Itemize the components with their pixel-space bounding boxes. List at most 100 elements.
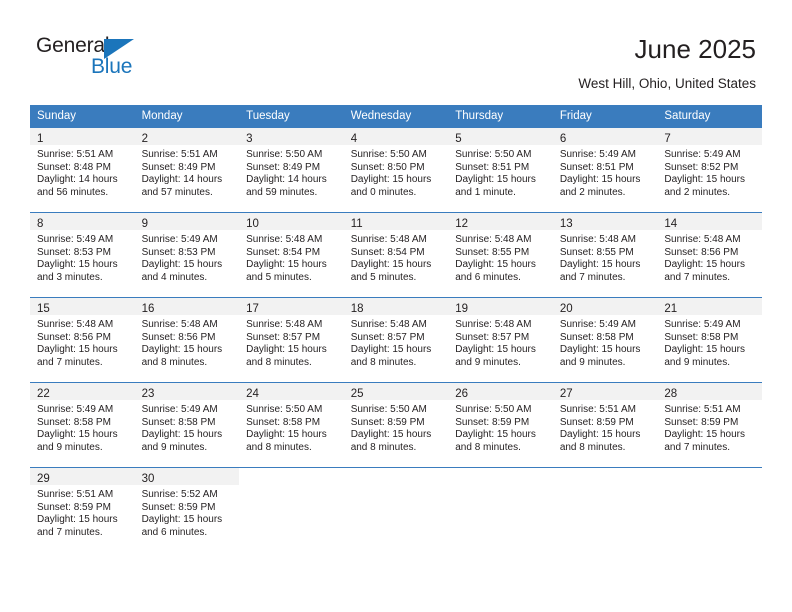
calendar-day-cell[interactable]: 23 Sunrise: 5:49 AM Sunset: 8:58 PM Dayligh… bbox=[134, 382, 240, 467]
general-blue-logo[interactable]: General Blue bbox=[36, 34, 216, 86]
sunrise-text: Sunrise: 5:48 AM bbox=[664, 234, 741, 245]
calendar-day-cell[interactable]: 4 Sunrise: 5:50 AM Sunset: 8:50 PM Daylight… bbox=[343, 127, 449, 212]
daylight-text-line1: Daylight: 15 hours bbox=[246, 259, 327, 271]
daylight-text-line2: and 8 minutes. bbox=[246, 441, 312, 453]
calendar-body: 1 Sunrise: 5:51 AM Sunset: 8:48 PM Daylight… bbox=[30, 127, 762, 552]
daylight-text-line1: Daylight: 14 hours bbox=[246, 174, 327, 186]
day-number: 11 bbox=[350, 218, 363, 230]
day-number-band: 12 bbox=[448, 213, 553, 230]
calendar-day-cell[interactable]: 24 Sunrise: 5:50 AM Sunset: 8:58 PM Dayligh… bbox=[239, 382, 344, 467]
daylight-text-line2: and 9 minutes. bbox=[664, 356, 730, 368]
calendar-day-cell[interactable]: 30 Sunrise: 5:52 AM Sunset: 8:59 PM Dayligh… bbox=[134, 467, 240, 552]
sunrise-text: Sunrise: 5:48 AM bbox=[246, 234, 323, 245]
sunset-text: Sunset: 8:54 PM bbox=[246, 246, 321, 258]
calendar-day-cell[interactable]: 3 Sunrise: 5:50 AM Sunset: 8:49 PM Daylight… bbox=[239, 127, 344, 212]
day-info: Sunrise: 5:50 AM Sunset: 8:59 PM Daylight:… bbox=[344, 400, 449, 454]
calendar-day-cell[interactable]: 25 Sunrise: 5:50 AM Sunset: 8:59 PM Dayligh… bbox=[343, 382, 449, 467]
sunrise-text: Sunrise: 5:48 AM bbox=[455, 319, 532, 330]
calendar-day-cell[interactable]: 2 Sunrise: 5:51 AM Sunset: 8:49 PM Daylight… bbox=[134, 127, 240, 212]
daylight-text-line2: and 7 minutes. bbox=[37, 356, 103, 368]
day-info: Sunrise: 5:49 AM Sunset: 8:53 PM Daylight:… bbox=[135, 230, 240, 284]
day-number-band: 25 bbox=[343, 383, 449, 400]
calendar-day-cell[interactable]: 15 Sunrise: 5:48 AM Sunset: 8:56 PM Dayligh… bbox=[30, 297, 135, 382]
day-number: 15 bbox=[37, 303, 50, 315]
daylight-text-line2: and 9 minutes. bbox=[141, 441, 208, 453]
day-info: Sunrise: 5:49 AM Sunset: 8:58 PM Daylight:… bbox=[135, 400, 240, 454]
daylight-text-line1: Daylight: 15 hours bbox=[141, 514, 223, 526]
day-number-band: 20 bbox=[552, 298, 658, 315]
calendar-day-cell[interactable]: 5 Sunrise: 5:50 AM Sunset: 8:51 PM Daylight… bbox=[448, 127, 553, 212]
sunset-text: Sunset: 8:55 PM bbox=[455, 246, 530, 258]
calendar-day-cell[interactable]: 28 Sunrise: 5:51 AM Sunset: 8:59 PM Dayligh… bbox=[657, 382, 762, 467]
calendar-day-cell[interactable]: 14 Sunrise: 5:48 AM Sunset: 8:56 PM Dayligh… bbox=[657, 212, 762, 297]
daylight-text-line1: Daylight: 15 hours bbox=[559, 174, 641, 186]
daylight-text-line2: and 9 minutes. bbox=[455, 356, 521, 368]
day-info: Sunrise: 5:48 AM Sunset: 8:54 PM Daylight:… bbox=[344, 230, 449, 284]
calendar-cell: 18 Sunrise: 5:48 AM Sunset: 8:57 PM Dayligh… bbox=[343, 297, 449, 382]
day-number-band: 16 bbox=[134, 298, 240, 315]
calendar-day-cell[interactable]: 20 Sunrise: 5:49 AM Sunset: 8:58 PM Dayligh… bbox=[552, 297, 658, 382]
calendar-day-cell[interactable]: 21 Sunrise: 5:49 AM Sunset: 8:58 PM Dayligh… bbox=[657, 297, 762, 382]
sunrise-text: Sunrise: 5:49 AM bbox=[664, 149, 741, 160]
calendar-day-cell[interactable]: 1 Sunrise: 5:51 AM Sunset: 8:48 PM Daylight… bbox=[30, 127, 135, 212]
day-number-band: 28 bbox=[657, 383, 762, 400]
sunrise-text: Sunrise: 5:50 AM bbox=[350, 404, 427, 415]
calendar-cell: 16 Sunrise: 5:48 AM Sunset: 8:56 PM Dayligh… bbox=[134, 297, 240, 382]
calendar-day-cell[interactable]: 11 Sunrise: 5:48 AM Sunset: 8:54 PM Dayligh… bbox=[343, 212, 449, 297]
day-info: Sunrise: 5:50 AM Sunset: 8:49 PM Daylight:… bbox=[239, 145, 344, 199]
calendar-cell bbox=[657, 467, 762, 552]
day-number: 7 bbox=[664, 133, 671, 145]
calendar-day-cell[interactable]: 7 Sunrise: 5:49 AM Sunset: 8:52 PM Daylight… bbox=[657, 127, 762, 212]
page-title: June 2025 bbox=[634, 34, 756, 64]
sunrise-text: Sunrise: 5:51 AM bbox=[664, 404, 741, 415]
day-info: Sunrise: 5:49 AM Sunset: 8:58 PM Daylight:… bbox=[553, 315, 658, 369]
calendar-cell: 27 Sunrise: 5:51 AM Sunset: 8:59 PM Dayligh… bbox=[552, 382, 658, 467]
calendar-week-row: 29 Sunrise: 5:51 AM Sunset: 8:59 PM Dayligh… bbox=[30, 467, 762, 552]
calendar-cell: 10 Sunrise: 5:48 AM Sunset: 8:54 PM Dayligh… bbox=[239, 212, 344, 297]
calendar-day-cell[interactable]: 18 Sunrise: 5:48 AM Sunset: 8:57 PM Dayligh… bbox=[343, 297, 449, 382]
calendar-day-cell[interactable]: 9 Sunrise: 5:49 AM Sunset: 8:53 PM Daylight… bbox=[134, 212, 240, 297]
day-number: 27 bbox=[559, 388, 573, 400]
weekday-header-row: Sunday Monday Tuesday Wednesday Thursday… bbox=[30, 105, 762, 127]
sunset-text: Sunset: 8:59 PM bbox=[455, 416, 530, 428]
calendar-day-cell[interactable]: 16 Sunrise: 5:48 AM Sunset: 8:56 PM Dayligh… bbox=[134, 297, 240, 382]
daylight-text-line1: Daylight: 15 hours bbox=[455, 259, 536, 271]
calendar-day-cell[interactable]: 29 Sunrise: 5:51 AM Sunset: 8:59 PM Dayligh… bbox=[30, 467, 135, 552]
day-number: 14 bbox=[664, 218, 678, 230]
daylight-text-line2: and 4 minutes. bbox=[141, 271, 208, 283]
calendar-cell: 19 Sunrise: 5:48 AM Sunset: 8:57 PM Dayligh… bbox=[448, 297, 553, 382]
calendar-cell: 13 Sunrise: 5:48 AM Sunset: 8:55 PM Dayligh… bbox=[552, 212, 658, 297]
calendar-day-cell[interactable]: 10 Sunrise: 5:48 AM Sunset: 8:54 PM Dayligh… bbox=[239, 212, 344, 297]
daylight-text-line2: and 57 minutes. bbox=[141, 186, 213, 198]
day-info: Sunrise: 5:48 AM Sunset: 8:55 PM Daylight:… bbox=[553, 230, 658, 284]
day-number: 1 bbox=[37, 133, 44, 145]
sunset-text: Sunset: 8:57 PM bbox=[350, 331, 425, 343]
daylight-text-line1: Daylight: 15 hours bbox=[664, 344, 745, 356]
day-number: 6 bbox=[559, 133, 567, 145]
calendar-day-empty bbox=[448, 467, 553, 552]
calendar-week-row: 8 Sunrise: 5:49 AM Sunset: 8:53 PM Daylight… bbox=[30, 212, 762, 297]
calendar-day-cell[interactable]: 12 Sunrise: 5:48 AM Sunset: 8:55 PM Dayligh… bbox=[448, 212, 553, 297]
weekday-header-saturday: Saturday bbox=[657, 105, 762, 127]
calendar-cell: 11 Sunrise: 5:48 AM Sunset: 8:54 PM Dayligh… bbox=[343, 212, 449, 297]
weekday-header-tuesday: Tuesday bbox=[239, 105, 344, 127]
calendar-day-cell[interactable]: 13 Sunrise: 5:48 AM Sunset: 8:55 PM Dayligh… bbox=[552, 212, 658, 297]
calendar-day-cell[interactable]: 27 Sunrise: 5:51 AM Sunset: 8:59 PM Dayligh… bbox=[552, 382, 658, 467]
calendar-cell: 14 Sunrise: 5:48 AM Sunset: 8:56 PM Dayligh… bbox=[657, 212, 762, 297]
sunset-text: Sunset: 8:48 PM bbox=[37, 161, 111, 173]
sunset-text: Sunset: 8:58 PM bbox=[664, 331, 739, 343]
calendar-cell bbox=[448, 467, 553, 552]
day-number-band: 10 bbox=[239, 213, 344, 230]
day-number-band: 15 bbox=[30, 298, 135, 315]
calendar-cell bbox=[239, 467, 344, 552]
day-info: Sunrise: 5:48 AM Sunset: 8:56 PM Daylight:… bbox=[657, 230, 762, 284]
calendar-day-cell[interactable]: 8 Sunrise: 5:49 AM Sunset: 8:53 PM Daylight… bbox=[30, 212, 135, 297]
calendar-day-cell[interactable]: 6 Sunrise: 5:49 AM Sunset: 8:51 PM Daylight… bbox=[552, 127, 658, 212]
calendar-day-cell[interactable]: 19 Sunrise: 5:48 AM Sunset: 8:57 PM Dayligh… bbox=[448, 297, 553, 382]
calendar-day-cell[interactable]: 26 Sunrise: 5:50 AM Sunset: 8:59 PM Dayligh… bbox=[448, 382, 553, 467]
calendar-day-cell[interactable]: 17 Sunrise: 5:48 AM Sunset: 8:57 PM Dayligh… bbox=[239, 297, 344, 382]
calendar-day-cell[interactable]: 22 Sunrise: 5:49 AM Sunset: 8:58 PM Dayligh… bbox=[30, 382, 135, 467]
daylight-text-line1: Daylight: 15 hours bbox=[37, 514, 118, 526]
calendar-week-row: 15 Sunrise: 5:48 AM Sunset: 8:56 PM Dayligh… bbox=[30, 297, 762, 382]
calendar-cell bbox=[343, 467, 449, 552]
